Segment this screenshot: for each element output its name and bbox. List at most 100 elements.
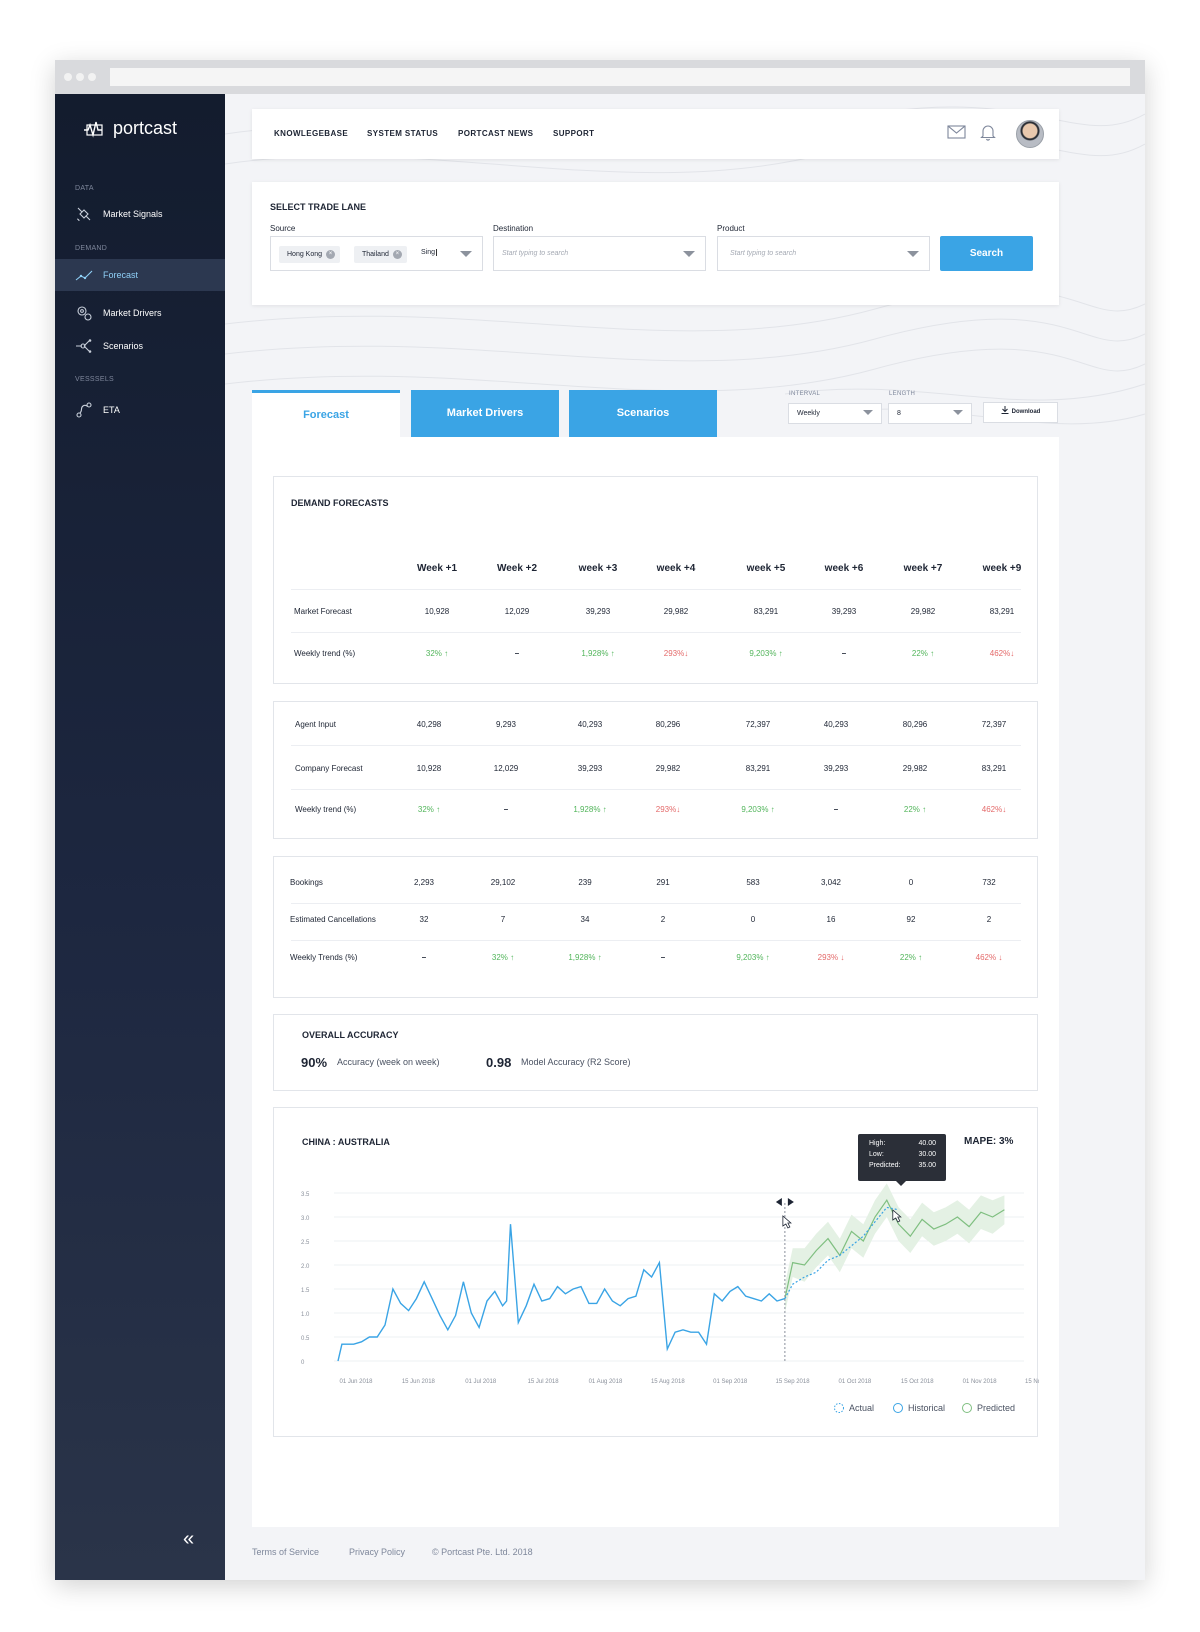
privacy-link[interactable]: Privacy Policy: [349, 1547, 405, 1557]
sidebar-item-forecast[interactable]: Forecast: [55, 259, 225, 291]
demand-forecasts-title: DEMAND FORECASTS: [291, 498, 389, 508]
product-select[interactable]: Start typing to search: [717, 236, 930, 271]
chevron-down-icon[interactable]: [953, 410, 963, 415]
table-cell: –: [503, 805, 509, 814]
sidebar-item-label: ETA: [103, 405, 120, 415]
nav-link-portcast-news[interactable]: PORTCAST NEWS: [458, 129, 533, 138]
legend-label: Actual: [849, 1403, 874, 1413]
section-label-demand: DEMAND: [75, 245, 108, 252]
nav-link-knowledgebase[interactable]: KNOWLEGEBASE: [274, 129, 348, 138]
chevron-down-icon[interactable]: [907, 251, 919, 257]
tab-market-drivers[interactable]: Market Drivers: [411, 390, 559, 437]
remove-chip-icon[interactable]: ×: [326, 250, 336, 259]
table-cell: 12,029: [504, 607, 530, 616]
table-cell: 40,293: [577, 720, 603, 729]
source-multiselect[interactable]: Hong Kong × Thailand × Sing: [270, 236, 483, 271]
table-cell: 40,293: [823, 720, 849, 729]
accuracy-label: Accuracy (week on week): [337, 1057, 440, 1067]
collapse-sidebar-button[interactable]: «: [183, 1528, 194, 1551]
length-value: 8: [897, 410, 901, 417]
week-header: week +6: [824, 563, 864, 574]
demand-forecasts-card: DEMAND FORECASTS Week +1 Week +2 week +3 we…: [273, 476, 1038, 684]
trade-lane-title: SELECT TRADE LANE: [270, 202, 367, 212]
table-cell: 22% ↑: [899, 953, 923, 962]
agent-forecast-card: Agent Input 40,298 9,293 40,293 80,296 72,397…: [273, 701, 1038, 839]
search-button[interactable]: Search: [940, 236, 1033, 271]
divider: [291, 589, 1021, 590]
sidebar-item-scenarios[interactable]: Scenarios: [55, 330, 225, 362]
chevron-down-icon[interactable]: [683, 251, 695, 257]
table-cell: 583: [746, 878, 760, 887]
interval-select[interactable]: Weekly: [788, 403, 882, 424]
source-typed-text[interactable]: Sing: [421, 249, 438, 256]
table-cell: 32% ↑: [417, 805, 441, 814]
table-cell: 9,293: [495, 720, 517, 729]
row-label: Weekly trend (%): [295, 805, 357, 814]
row-label: Market Forecast: [294, 607, 352, 616]
y-tick-label: 2.5: [301, 1240, 310, 1246]
table-cell: 2: [986, 915, 992, 924]
route-icon: [76, 402, 92, 418]
window-close-dot[interactable]: [64, 73, 72, 81]
source-chip[interactable]: Hong Kong ×: [279, 246, 341, 263]
length-select[interactable]: 8: [888, 403, 972, 424]
table-cell: 2,293: [413, 878, 435, 887]
table-cell: 462%↓: [989, 649, 1015, 658]
table-cell: 293%↓: [663, 649, 689, 658]
table-cell: 291: [656, 878, 670, 887]
x-tick-label: 01 Jul 2018: [465, 1379, 497, 1385]
source-chip[interactable]: Thailand ×: [354, 246, 407, 263]
x-tick-label: 15 Nov 2018: [1025, 1379, 1039, 1385]
sidebar-item-eta[interactable]: ETA: [55, 394, 225, 426]
section-label-data: DATA: [75, 185, 94, 192]
terms-link[interactable]: Terms of Service: [252, 1547, 319, 1557]
nav-link-system-status[interactable]: SYSTEM STATUS: [367, 129, 438, 138]
line-chart[interactable]: 0 0.5 1.0 1.5 2.0 2.5 3.0 3.5 01 Jun 2018 15 Jun …: [274, 1108, 1039, 1438]
x-tick-label: 01 Sep 2018: [713, 1379, 748, 1385]
window-zoom-dot[interactable]: [88, 73, 96, 81]
chevron-down-icon[interactable]: [863, 410, 873, 415]
row-label: Weekly Trends (%): [290, 953, 358, 962]
satellite-icon: [76, 207, 91, 222]
model-accuracy-value: 0.98: [486, 1055, 512, 1070]
mail-icon[interactable]: [947, 125, 966, 139]
table-cell: 239: [578, 878, 592, 887]
avatar[interactable]: [1016, 120, 1044, 148]
x-tick-label: 01 Nov 2018: [963, 1379, 998, 1385]
bell-icon[interactable]: [980, 123, 996, 141]
table-cell: 92: [906, 915, 916, 924]
drag-right-arrow-icon: [787, 1198, 794, 1206]
table-cell: 22% ↑: [911, 649, 935, 658]
table-cell: 83,291: [989, 607, 1015, 616]
tab-forecast[interactable]: Forecast: [252, 390, 400, 437]
x-tick-label: 15 Jul 2018: [528, 1379, 560, 1385]
source-label: Source: [270, 224, 296, 233]
portcast-logo[interactable]: portcast: [83, 118, 177, 139]
product-placeholder: Start typing to search: [730, 250, 797, 257]
row-label: Estimated Cancellations: [290, 915, 376, 924]
week-header: Week +1: [416, 563, 458, 574]
row-label: Weekly trend (%): [294, 649, 356, 658]
download-button[interactable]: Download: [983, 402, 1058, 423]
legend-marker: [962, 1403, 972, 1413]
row-label: Bookings: [290, 878, 323, 887]
nav-link-support[interactable]: SUPPORT: [553, 129, 594, 138]
table-cell: 12,029: [493, 764, 519, 773]
gears-icon: [77, 306, 92, 321]
address-bar[interactable]: [110, 68, 1130, 86]
tab-scenarios[interactable]: Scenarios: [569, 390, 717, 437]
browser-window: portcast DATA Market Signals DEMAND Fore…: [55, 60, 1145, 1580]
sidebar-item-market-signals[interactable]: Market Signals: [55, 198, 225, 230]
window-minimize-dot[interactable]: [76, 73, 84, 81]
chip-label: Thailand: [362, 251, 389, 258]
remove-chip-icon[interactable]: ×: [392, 250, 402, 259]
sidebar-item-market-drivers[interactable]: Market Drivers: [55, 297, 225, 329]
destination-select[interactable]: Start typing to search: [493, 236, 706, 271]
table-cell: 1,928% ↑: [581, 649, 615, 658]
accuracy-value: 90%: [301, 1055, 328, 1070]
table-cell: 29,982: [655, 764, 681, 773]
week-header: week +7: [903, 563, 943, 574]
table-cell: 39,293: [831, 607, 857, 616]
chevron-down-icon[interactable]: [460, 251, 472, 257]
x-tick-label: 15 Aug 2018: [651, 1379, 685, 1385]
